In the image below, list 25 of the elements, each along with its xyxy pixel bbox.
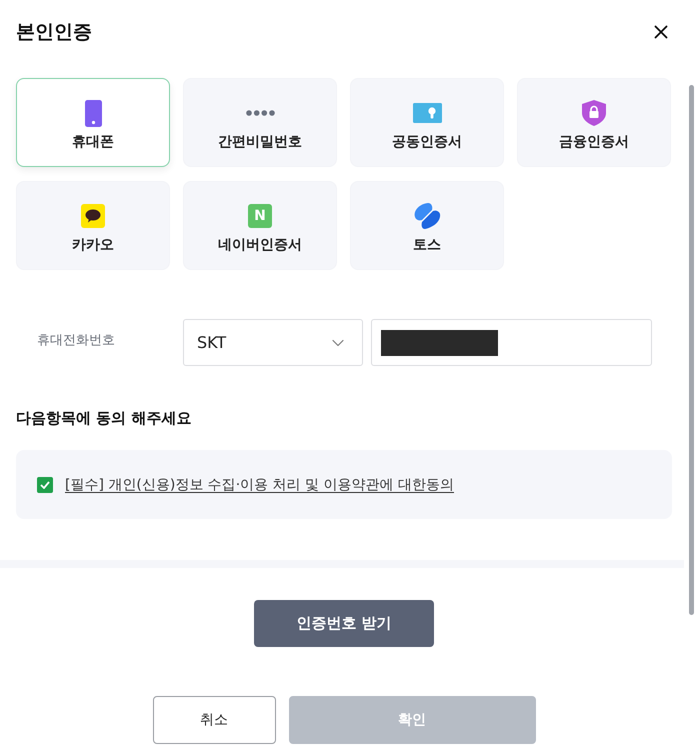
request-code-button[interactable]: 인증번호 받기 bbox=[254, 600, 434, 647]
terms-link[interactable]: [필수] 개인(신용)정보 수집·이용 처리 및 이용약관에 대한동의 bbox=[65, 476, 454, 494]
auth-method-card[interactable]: 카카오 bbox=[16, 181, 170, 270]
dialog-title: 본인인증 bbox=[16, 20, 92, 45]
petal-icon bbox=[413, 203, 441, 229]
auth-method-card[interactable]: 공동인증서 bbox=[350, 78, 504, 167]
check-icon bbox=[40, 480, 50, 488]
cancel-button[interactable]: 취소 bbox=[152, 696, 276, 744]
auth-method-card[interactable]: 금융인증서 bbox=[517, 78, 671, 167]
letter-tile-icon: N bbox=[248, 204, 272, 228]
phone-number-field[interactable] bbox=[371, 319, 652, 366]
auth-method-card[interactable]: 토스 bbox=[350, 181, 504, 270]
chat-bubble-icon bbox=[81, 204, 105, 228]
auth-method-card[interactable]: N 네이버인증서 bbox=[183, 181, 337, 270]
auth-method-card[interactable]: 간편비밀번호 bbox=[183, 78, 337, 167]
agreement-heading: 다음항목에 동의 해주세요 bbox=[16, 408, 192, 428]
checkbox[interactable] bbox=[37, 476, 53, 492]
scrollbar-thumb[interactable] bbox=[689, 85, 694, 615]
dots-icon bbox=[246, 110, 274, 116]
carrier-select[interactable]: SKT bbox=[183, 319, 363, 366]
shield-lock-icon bbox=[582, 100, 606, 126]
auth-method-card[interactable]: 휴대폰 bbox=[16, 78, 170, 167]
keyhole-card-icon bbox=[412, 103, 442, 123]
smartphone-icon bbox=[84, 100, 102, 126]
phone-label: 휴대전화번호 bbox=[37, 332, 115, 348]
